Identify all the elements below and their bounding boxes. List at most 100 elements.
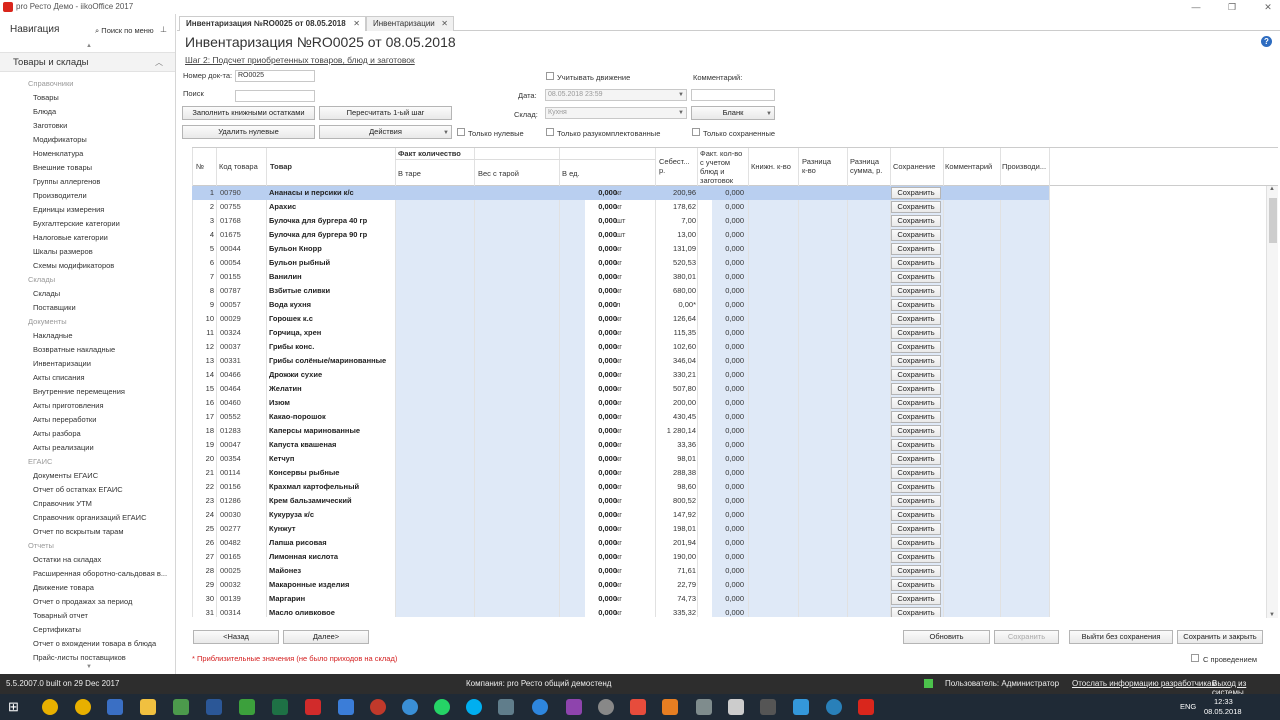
cell-num[interactable]: 11: [194, 328, 214, 337]
col-header-in-units[interactable]: В ед.: [562, 169, 580, 178]
col-header-diff-qty[interactable]: Разница к-во: [802, 157, 838, 175]
cell-code[interactable]: 00057: [220, 300, 241, 309]
cell-cost[interactable]: 13,00: [658, 230, 696, 239]
cell-cost[interactable]: 74,73: [658, 594, 696, 603]
row-save-button[interactable]: Сохранить: [891, 593, 941, 605]
cell-code[interactable]: 01768: [220, 216, 241, 225]
pin-icon[interactable]: ⊥: [160, 25, 167, 34]
cell-name[interactable]: Горчица, хрен: [269, 328, 321, 337]
row-save-button[interactable]: Сохранить: [891, 257, 941, 269]
col-header-comment[interactable]: Комментарий: [945, 162, 992, 171]
cell-unit[interactable]: кг: [616, 314, 622, 323]
col-header-code[interactable]: Код товара: [219, 162, 258, 171]
save-close-button[interactable]: Сохранить и закрыть: [1177, 630, 1263, 644]
table-row[interactable]: 11 00324 Горчица, хрен 0,000 кг 115,35 0,000 Со…: [192, 326, 1049, 340]
cell-qty[interactable]: 0,000: [557, 468, 617, 477]
cell-code[interactable]: 00755: [220, 202, 241, 211]
nav-section-goods[interactable]: Товары и склады ︿: [0, 52, 175, 72]
app-icon-5[interactable]: [532, 699, 548, 715]
nav-item[interactable]: Склады: [0, 287, 175, 301]
cell-fact[interactable]: 0,000: [698, 594, 744, 603]
cell-qty[interactable]: 0,000: [557, 454, 617, 463]
cell-cost[interactable]: 98,01: [658, 454, 696, 463]
cell-cost[interactable]: 22,79: [658, 580, 696, 589]
cell-code[interactable]: 00314: [220, 608, 241, 617]
row-save-button[interactable]: Сохранить: [891, 313, 941, 325]
nav-item[interactable]: Схемы модификаторов: [0, 259, 175, 273]
row-save-button[interactable]: Сохранить: [891, 607, 941, 617]
table-row[interactable]: 8 00787 Взбитые сливки 0,000 кг 680,00 0,000 Со…: [192, 284, 1049, 298]
cell-cost[interactable]: 288,38: [658, 468, 696, 477]
cell-unit[interactable]: кг: [616, 328, 622, 337]
app-icon-6[interactable]: [566, 699, 582, 715]
row-save-button[interactable]: Сохранить: [891, 425, 941, 437]
clock-date[interactable]: 08.05.2018: [1204, 707, 1242, 716]
exit-no-save-button[interactable]: Выйти без сохранения: [1069, 630, 1173, 644]
cell-unit[interactable]: кг: [616, 538, 622, 547]
table-row[interactable]: 19 00047 Капуста квашеная 0,000 кг 33,36 0,000…: [192, 438, 1049, 452]
clock-time[interactable]: 12:33: [1214, 697, 1233, 706]
table-row[interactable]: 13 00331 Грибы солёные/маринованные 0,000 кг…: [192, 354, 1049, 368]
cell-num[interactable]: 5: [194, 244, 214, 253]
word-icon[interactable]: [206, 699, 222, 715]
cell-code[interactable]: 00037: [220, 342, 241, 351]
cell-cost[interactable]: 507,80: [658, 384, 696, 393]
cell-name[interactable]: Масло оливковое: [269, 608, 335, 617]
cell-num[interactable]: 22: [194, 482, 214, 491]
cell-num[interactable]: 26: [194, 538, 214, 547]
nav-item[interactable]: Акты списания: [0, 371, 175, 385]
row-save-button[interactable]: Сохранить: [891, 467, 941, 479]
row-save-button[interactable]: Сохранить: [891, 299, 941, 311]
cell-fact[interactable]: 0,000: [698, 370, 744, 379]
row-save-button[interactable]: Сохранить: [891, 383, 941, 395]
cell-code[interactable]: 01286: [220, 496, 241, 505]
cell-qty[interactable]: 0,000: [557, 426, 617, 435]
nav-item[interactable]: Поставщики: [0, 301, 175, 315]
cell-name[interactable]: Макаронные изделия: [269, 580, 349, 589]
table-row[interactable]: 28 00025 Майонез 0,000 кг 71,61 0,000 Сохранить: [192, 564, 1049, 578]
row-save-button[interactable]: Сохранить: [891, 565, 941, 577]
cell-name[interactable]: Ананасы и персики к/с: [269, 188, 354, 197]
comment-field[interactable]: [691, 89, 775, 101]
cell-unit[interactable]: кг: [616, 440, 622, 449]
cell-cost[interactable]: 126,64: [658, 314, 696, 323]
table-row[interactable]: 26 00482 Лапша рисовая 0,000 кг 201,94 0,000 Со…: [192, 536, 1049, 550]
cell-cost[interactable]: 330,21: [658, 370, 696, 379]
nav-item[interactable]: Справочник организаций ЕГАИС: [0, 511, 175, 525]
fill-book-balances-button[interactable]: Заполнить книжными остатками: [182, 106, 315, 120]
nav-item[interactable]: Акты реализации: [0, 441, 175, 455]
cell-fact[interactable]: 0,000: [698, 566, 744, 575]
cell-name[interactable]: Лапша рисовая: [269, 538, 327, 547]
cell-fact[interactable]: 0,000: [698, 482, 744, 491]
scroll-up-icon[interactable]: ▲: [1269, 186, 1275, 192]
nav-item[interactable]: Внешние товары: [0, 161, 175, 175]
row-save-button[interactable]: Сохранить: [891, 341, 941, 353]
cell-cost[interactable]: 131,09: [658, 244, 696, 253]
dropdown-arrow-icon[interactable]: ▼: [678, 90, 684, 100]
cell-unit[interactable]: кг: [616, 272, 622, 281]
row-save-button[interactable]: Сохранить: [891, 397, 941, 409]
nav-item[interactable]: Налоговые категории: [0, 231, 175, 245]
cell-fact[interactable]: 0,000: [698, 454, 744, 463]
help-icon[interactable]: ?: [1261, 36, 1272, 47]
col-header-book-qty[interactable]: Книжн. к-во: [751, 162, 791, 171]
nav-item[interactable]: Отчет о продажах за период: [0, 595, 175, 609]
cell-cost[interactable]: 1 280,14: [658, 426, 696, 435]
col-header-producer[interactable]: Производи...: [1002, 162, 1046, 171]
app-icon-3[interactable]: [338, 699, 354, 715]
cell-code[interactable]: 00025: [220, 566, 241, 575]
nav-item[interactable]: Производители: [0, 189, 175, 203]
nav-item[interactable]: Товарный отчет: [0, 609, 175, 623]
cell-unit[interactable]: кг: [616, 482, 622, 491]
cell-num[interactable]: 28: [194, 566, 214, 575]
cell-qty[interactable]: 0,000: [557, 482, 617, 491]
row-save-button[interactable]: Сохранить: [891, 509, 941, 521]
cell-qty[interactable]: 0,000: [557, 300, 617, 309]
nav-item[interactable]: Остатки на складах: [0, 553, 175, 567]
next-button[interactable]: Далее>: [283, 630, 369, 644]
cell-fact[interactable]: 0,000: [698, 216, 744, 225]
table-row[interactable]: 29 00032 Макаронные изделия 0,000 кг 22,79 0,0…: [192, 578, 1049, 592]
cell-fact[interactable]: 0,000: [698, 314, 744, 323]
with-posting-checkbox[interactable]: [1191, 654, 1199, 662]
cell-unit[interactable]: кг: [616, 188, 622, 197]
